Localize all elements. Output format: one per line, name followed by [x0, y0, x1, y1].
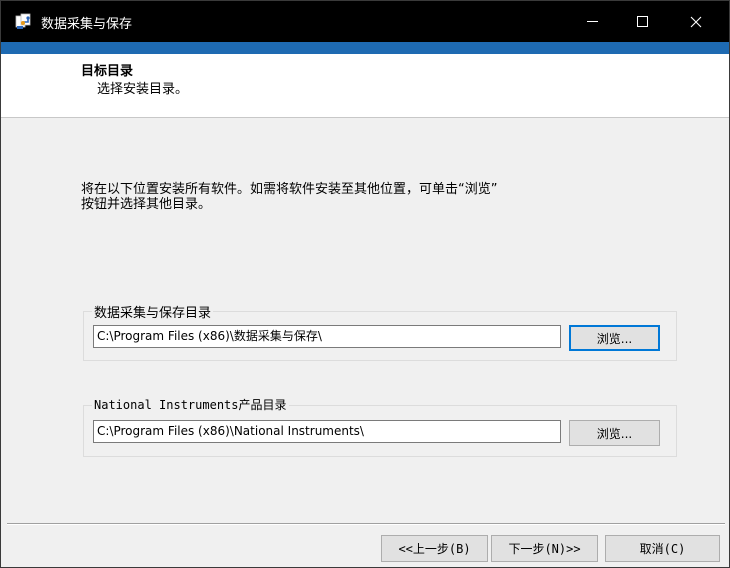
- cancel-button[interactable]: 取消(C): [605, 535, 720, 562]
- ni-directory-label: National Instruments产品目录: [92, 396, 289, 413]
- installer-app-icon: [15, 13, 31, 29]
- page-subtitle: 选择安装目录。: [97, 82, 189, 97]
- app-directory-path-field[interactable]: C:\Program Files (x86)\数据采集与保存\: [93, 325, 561, 348]
- maximize-button[interactable]: [619, 1, 665, 42]
- footer-divider: [7, 523, 725, 525]
- instruction-line-2: 按钮并选择其他目录。: [81, 197, 212, 212]
- instruction-text: 将在以下位置安装所有软件。如需将软件安装至其他位置，可单击“浏览” 按钮并选择其…: [81, 182, 601, 212]
- minimize-icon: [586, 21, 598, 22]
- back-button[interactable]: <<上一步(B): [381, 535, 488, 562]
- wizard-header: 目标目录 选择安装目录。: [1, 54, 729, 118]
- app-directory-browse-button[interactable]: 浏览...: [569, 325, 660, 351]
- close-icon: [690, 16, 702, 27]
- app-directory-label: 数据采集与保存目录: [92, 302, 214, 321]
- ni-directory-path-field[interactable]: C:\Program Files (x86)\National Instrume…: [93, 420, 561, 443]
- window-title: 数据采集与保存: [41, 17, 133, 32]
- instruction-line-1: 将在以下位置安装所有软件。如需将软件安装至其他位置，可单击“浏览”: [81, 182, 498, 197]
- page-title: 目标目录: [81, 64, 134, 79]
- close-button[interactable]: [673, 1, 719, 42]
- next-button[interactable]: 下一步(N)>>: [491, 535, 598, 562]
- ni-directory-browse-button[interactable]: 浏览...: [569, 420, 660, 446]
- accent-band: [1, 42, 729, 54]
- app-directory-group: 数据采集与保存目录 C:\Program Files (x86)\数据采集与保存…: [83, 302, 677, 361]
- maximize-icon: [636, 16, 648, 27]
- title-bar[interactable]: 数据采集与保存: [1, 1, 729, 42]
- ni-directory-group: National Instruments产品目录 C:\Program File…: [83, 396, 677, 457]
- installer-window: 数据采集与保存 目标目录 选择安装目录。 将在以下位置安装所有软件。如需将软件安…: [0, 0, 730, 568]
- minimize-button[interactable]: [569, 1, 615, 42]
